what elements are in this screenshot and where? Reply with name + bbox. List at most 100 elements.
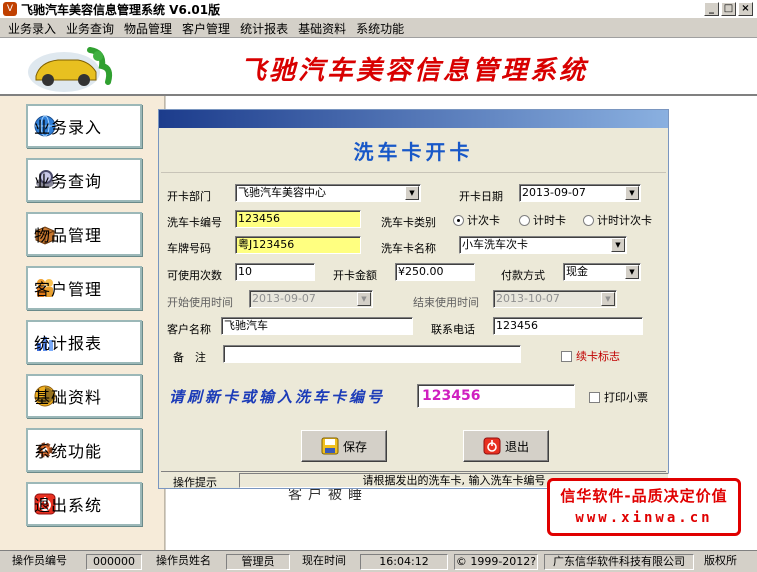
operator-name-value: 管理员: [226, 554, 290, 570]
card-type-time-times-radio[interactable]: 计时计次卡: [583, 212, 652, 228]
tip-label: 操作提示: [173, 476, 217, 489]
print-receipt-label: 打印小票: [604, 391, 648, 404]
customer-input[interactable]: 飞驰汽车: [221, 317, 413, 335]
maximize-button[interactable]: □: [721, 2, 736, 16]
open-date-value: 2013-09-07: [522, 186, 586, 199]
power-icon: [483, 437, 501, 455]
sidebar-item-label: 业务录入: [34, 118, 103, 137]
sidebar-item-label: 客户管理: [34, 280, 103, 299]
sidebar-item-label: 退出系统: [34, 496, 103, 515]
operator-name-label: 操作员姓名: [156, 554, 211, 567]
card-open-dialog: 洗车卡开卡 开卡部门 飞驰汽车美容中心 ▼ 开卡日期 2013-09-07 ▼ …: [158, 109, 669, 489]
rights-text: 版权所: [704, 554, 737, 567]
sidebar-item-system[interactable]: 系统功能: [26, 428, 142, 472]
menu-item-reports[interactable]: 统计报表: [240, 20, 288, 37]
dept-label: 开卡部门: [167, 190, 211, 203]
checkbox-box: [561, 350, 572, 362]
menu-item-customer[interactable]: 客户管理: [182, 20, 230, 37]
date-label: 开卡日期: [459, 190, 503, 203]
open-date-picker[interactable]: 2013-09-07 ▼: [519, 184, 641, 202]
copyright-text: © 1999-2012?: [454, 554, 538, 570]
menu-item-query[interactable]: 业务查询: [66, 20, 114, 37]
card-type-time-radio[interactable]: 计时卡: [519, 212, 566, 228]
radio-dot: [519, 214, 530, 226]
company-name: 广东信华软件科技有限公司: [544, 554, 694, 570]
close-button[interactable]: ×: [738, 2, 753, 16]
time-value: 16:04:12: [360, 554, 448, 570]
sidebar-item-entry[interactable]: 业务录入: [26, 104, 142, 148]
note-label: 备 注: [173, 351, 206, 364]
sidebar-item-label: 业务查询: [34, 172, 103, 191]
sidebar-item-label: 系统功能: [34, 442, 103, 461]
phone-input[interactable]: 123456: [493, 317, 643, 335]
menu-bar: 业务录入 业务查询 物品管理 客户管理 统计报表 基础资料 系统功能: [0, 19, 757, 38]
watermark-url: www.xinwa.cn: [575, 510, 713, 526]
chevron-down-icon: ▼: [357, 292, 371, 306]
exit-button[interactable]: 退出: [463, 430, 549, 462]
time-label: 现在时间: [302, 554, 346, 567]
amount-label: 开卡金额: [333, 269, 377, 282]
dept-value: 飞驰汽车美容中心: [238, 186, 326, 199]
start-date-value: 2013-09-07: [252, 292, 316, 305]
start-date-label: 开始使用时间: [167, 296, 233, 309]
watermark-slogan: 信华软件-品质决定价值: [560, 487, 728, 505]
minimize-button[interactable]: _: [704, 2, 719, 16]
pay-method-select[interactable]: 现金 ▼: [563, 263, 641, 281]
amount-input[interactable]: ¥250.00: [395, 263, 475, 281]
sidebar-item-reports[interactable]: 统计报表: [26, 320, 142, 364]
window-title: 飞驰汽车美容信息管理系统 V6.01版: [21, 2, 221, 17]
card-type-times-radio[interactable]: 计次卡: [453, 212, 500, 228]
sidebar-item-customer[interactable]: 客户管理: [26, 266, 142, 310]
chevron-down-icon: ▼: [625, 265, 639, 279]
sidebar-item-exit[interactable]: 退出系统: [26, 482, 142, 526]
dept-select[interactable]: 飞驰汽车美容中心 ▼: [235, 184, 421, 202]
save-button[interactable]: 保存: [301, 430, 387, 462]
sidebar-item-base-data[interactable]: 基础资料: [26, 374, 142, 418]
chevron-down-icon: ▼: [611, 238, 625, 252]
swipe-prompt: 请刷新卡或输入洗车卡编号: [169, 388, 386, 406]
end-date-picker[interactable]: 2013-10-07 ▼: [493, 290, 617, 308]
checkbox-box: [589, 391, 600, 403]
times-input[interactable]: 10: [235, 263, 315, 281]
start-date-picker[interactable]: 2013-09-07 ▼: [249, 290, 373, 308]
card-no-input[interactable]: 123456: [235, 210, 361, 228]
plate-input[interactable]: 粤J123456: [235, 236, 361, 254]
menu-item-system[interactable]: 系统功能: [356, 20, 404, 37]
swipe-card-input[interactable]: 123456: [417, 384, 575, 408]
menu-item-goods[interactable]: 物品管理: [124, 20, 172, 37]
exit-label: 退出: [504, 439, 529, 454]
sidebar-item-query[interactable]: 业务查询: [26, 158, 142, 202]
sidebar-item-goods[interactable]: 物品管理: [26, 212, 142, 256]
menu-item-entry[interactable]: 业务录入: [8, 20, 56, 37]
sidebar-item-label: 物品管理: [34, 226, 103, 245]
floppy-icon: [321, 437, 339, 455]
chevron-down-icon: ▼: [405, 186, 419, 200]
renew-label: 续卡标志: [576, 350, 620, 363]
radio-label: 计次卡: [467, 214, 500, 227]
end-date-value: 2013-10-07: [496, 292, 560, 305]
status-bar: 操作员编号 000000 操作员姓名 管理员 现在时间 16:04:12 © 1…: [0, 550, 757, 572]
sidebar: 业务录入 业务查询 物品管理 客户管理 统计报表 基础资料 系统功能 退出系统: [0, 96, 165, 550]
menu-item-base-data[interactable]: 基础资料: [298, 20, 346, 37]
note-input[interactable]: [223, 345, 521, 363]
radio-label: 计时计次卡: [597, 214, 652, 227]
chevron-down-icon: ▼: [625, 186, 639, 200]
title-bar: V 飞驰汽车美容信息管理系统 V6.01版 _ □ ×: [0, 0, 757, 19]
end-date-label: 结束使用时间: [413, 296, 479, 309]
card-no-label: 洗车卡编号: [167, 216, 222, 229]
card-name-label: 洗车卡名称: [381, 242, 436, 255]
dialog-divider: [161, 172, 666, 173]
dialog-title: 洗车卡开卡: [353, 140, 474, 164]
radio-label: 计时卡: [533, 214, 566, 227]
print-receipt-checkbox[interactable]: 打印小票: [589, 389, 648, 405]
app-banner: 飞驰汽车美容信息管理系统: [240, 56, 589, 86]
app-icon: V: [3, 2, 17, 16]
car-logo: [28, 47, 113, 92]
card-type-label: 洗车卡类别: [381, 216, 436, 229]
pay-label: 付款方式: [501, 269, 545, 282]
card-name-select[interactable]: 小车洗车次卡 ▼: [459, 236, 627, 254]
renew-checkbox[interactable]: 续卡标志: [561, 348, 620, 364]
card-name-value: 小车洗车次卡: [462, 238, 528, 251]
pay-method-value: 现金: [566, 265, 588, 278]
save-label: 保存: [342, 439, 367, 454]
